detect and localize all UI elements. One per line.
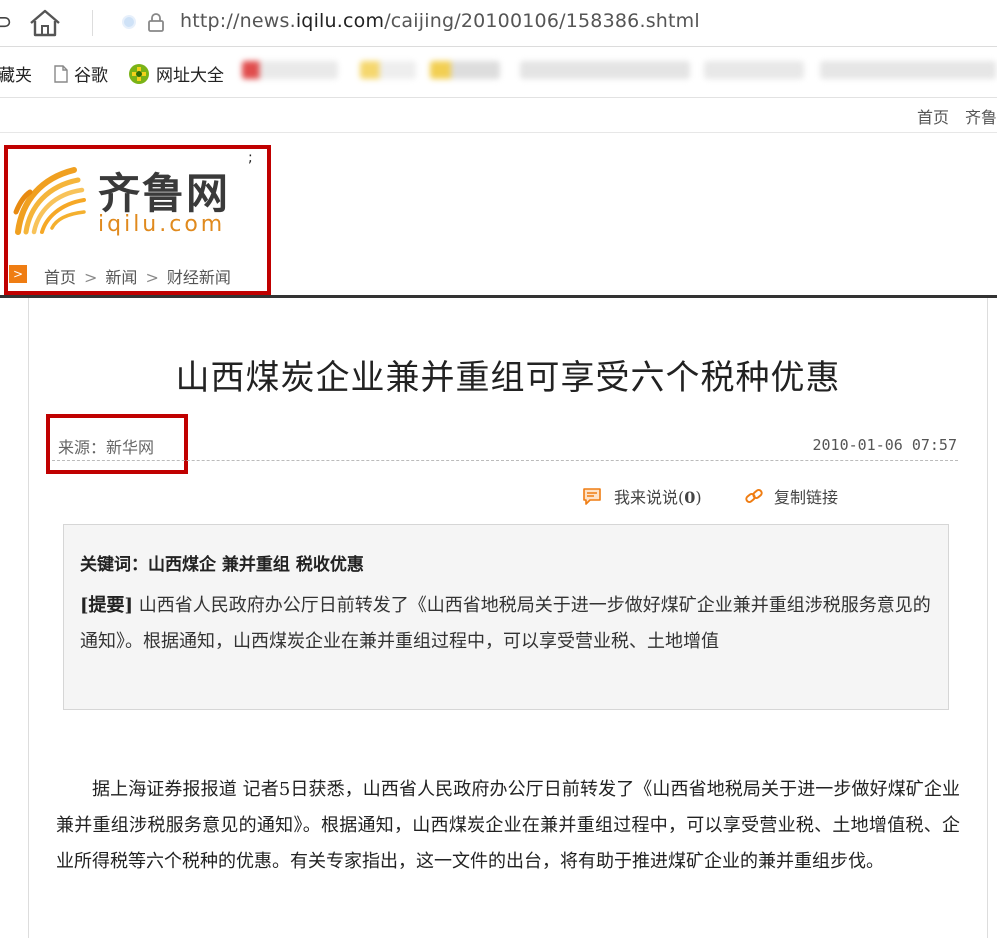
bookmark-blurred-1[interactable] <box>242 61 338 79</box>
blurred-bookmark <box>242 61 338 79</box>
comment-label: 我来说说(0) <box>614 484 702 508</box>
bookmark-url-directory[interactable]: 网址大全 <box>128 61 224 86</box>
home-button[interactable] <box>28 8 62 38</box>
bookmarks-bar: 藏夹 谷歌 网址大全 <box>0 47 997 98</box>
url-host: iqilu.com <box>295 10 385 32</box>
bookmark-blurred-2[interactable] <box>360 61 416 79</box>
comment-icon <box>583 488 601 505</box>
blurred-bookmark <box>360 61 416 79</box>
bookmark-blurred-5[interactable] <box>704 61 804 79</box>
keywords: 关键词：山西煤企 兼并重组 税收优惠 <box>80 555 364 575</box>
comment-close: ) <box>695 488 702 507</box>
bookmark-label: 谷歌 <box>74 66 108 86</box>
directory-icon <box>129 63 149 84</box>
bookmark-blurred-3[interactable] <box>430 61 500 79</box>
blurred-bookmark <box>430 61 500 79</box>
site-top-bar: 首页 齐鲁 <box>0 98 997 133</box>
comment-link[interactable]: 我来说说(0) <box>582 484 702 508</box>
article-summary: [提要] 山西省人民政府办公厅日前转发了《山西省地税局关于进一步做好煤矿企业兼并… <box>80 588 946 660</box>
comment-text: 我来说说( <box>614 488 685 507</box>
blurred-bookmark <box>704 61 804 79</box>
lock-icon[interactable] <box>146 12 166 36</box>
site-info-icon[interactable] <box>122 15 136 29</box>
logo-highlight-box <box>4 145 271 295</box>
blurred-bookmark <box>520 61 690 79</box>
bookmark-google[interactable]: 谷歌 <box>54 61 108 86</box>
summary-text: 山西省人民政府办公厅日前转发了《山西省地税局关于进一步做好煤矿企业兼并重组涉税服… <box>80 595 931 652</box>
bookmark-blurred-6[interactable] <box>820 61 996 79</box>
article-title: 山西煤炭企业兼并重组可享受六个税种优惠 <box>175 358 841 398</box>
summary-label: [提要] <box>80 595 134 616</box>
bookmark-blurred-4[interactable] <box>520 61 690 79</box>
forward-button-fragment[interactable]: ⊃ <box>0 10 12 35</box>
page-icon <box>54 64 68 83</box>
meta-divider <box>52 460 958 461</box>
source-highlight-box <box>46 414 188 474</box>
top-link-qilu[interactable]: 齐鲁 <box>965 108 997 127</box>
copy-link-label: 复制链接 <box>774 488 839 507</box>
copy-link-button[interactable]: 复制链接 <box>744 484 838 508</box>
bookmark-label: 藏夹 <box>0 66 32 86</box>
home-icon <box>30 9 60 37</box>
top-links: 首页 齐鲁 <box>917 104 997 128</box>
blurred-bookmark <box>820 61 996 79</box>
article-body-paragraph: 据上海证券报报道 记者5日获悉，山西省人民政府办公厅日前转发了《山西省地税局关于… <box>56 779 960 872</box>
publish-date: 2010-01-06 07:57 <box>812 436 958 454</box>
link-icon <box>745 489 763 503</box>
address-bar[interactable]: http://news.iqilu.com/caijing/20100106/1… <box>180 10 700 32</box>
top-link-home[interactable]: 首页 <box>917 108 949 127</box>
browser-toolbar: ⊃ http://news.iqilu.com/caijing/20100106… <box>0 0 997 47</box>
url-path: /caijing/20100106/158386.shtml <box>384 10 700 32</box>
comment-count: 0 <box>684 488 696 507</box>
url-prefix: http://news. <box>180 10 296 32</box>
bookmark-favorites[interactable]: 藏夹 <box>0 61 32 86</box>
toolbar-divider <box>92 10 93 36</box>
bookmark-label: 网址大全 <box>156 66 224 86</box>
